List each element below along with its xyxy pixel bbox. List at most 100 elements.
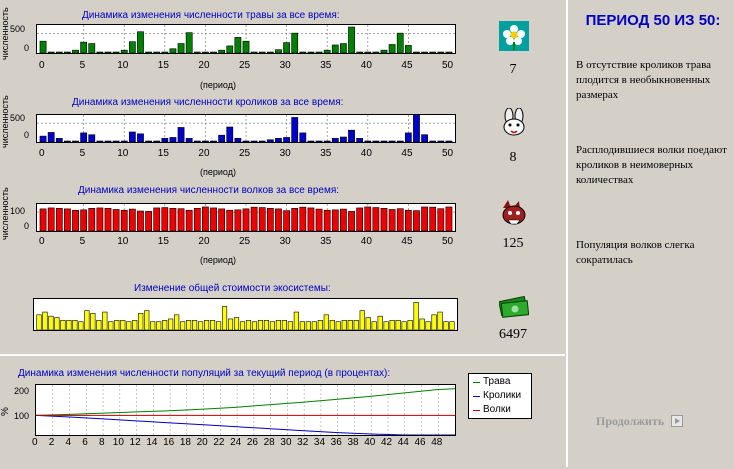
series-line-1 — [36, 414, 455, 435]
rabbits-bar — [112, 140, 120, 142]
period-x-tick: 36 — [330, 437, 342, 448]
rabbits-bar — [88, 134, 96, 142]
rabbits-bar — [234, 138, 242, 142]
value-bar — [419, 318, 425, 330]
rabbits-bar — [104, 140, 112, 142]
grass-bar — [185, 32, 193, 53]
wolves-bar — [39, 208, 47, 231]
value-bar — [108, 321, 114, 330]
rabbits-x-tick: 35 — [320, 148, 332, 159]
value-bar — [72, 320, 78, 330]
wolves-bar — [242, 208, 250, 231]
series-line-0 — [36, 388, 455, 416]
value-bar — [341, 320, 347, 330]
grass-bar-chart — [36, 24, 456, 54]
wolves-bar — [275, 208, 282, 231]
period-x-tick: 8 — [99, 437, 105, 448]
grass-bar — [64, 51, 71, 53]
grass-bar — [169, 48, 177, 53]
grass-bar — [331, 44, 339, 53]
wolves-count: 125 — [502, 236, 524, 251]
value-bar — [66, 320, 72, 330]
wolves-bar — [299, 206, 307, 231]
value-bar — [233, 317, 240, 330]
value-bar — [329, 320, 335, 330]
period-x-tick: 30 — [280, 437, 292, 448]
value-bar — [126, 321, 132, 330]
grass-bar — [202, 51, 209, 53]
rabbits-x-tick: 5 — [79, 148, 86, 159]
grass-x-tick: 10 — [117, 60, 129, 71]
rabbits-bar — [380, 140, 388, 142]
grass-bar — [47, 51, 55, 53]
value-bar — [132, 320, 138, 330]
wolves-bar — [404, 209, 412, 231]
rabbits-bar — [340, 136, 347, 142]
value-bar — [299, 321, 305, 330]
rabbits-bar — [137, 133, 144, 142]
rabbits-bar — [266, 139, 274, 142]
grass-bar — [210, 51, 217, 53]
wolves-bar — [193, 208, 201, 231]
wolves-bar — [291, 208, 299, 231]
grass-bar — [380, 49, 388, 53]
value-bar — [287, 321, 293, 330]
period-legend: Трава Кролики Волки — [468, 373, 532, 419]
wolves-bar — [356, 207, 364, 231]
wolves-x-tick: 15 — [157, 236, 169, 247]
wolves-bar — [340, 208, 347, 231]
value-bar — [192, 320, 198, 330]
value-bar — [48, 315, 54, 330]
period-x-tick: 16 — [163, 437, 175, 448]
rabbits-bar — [250, 140, 258, 142]
wolves-bar — [161, 207, 169, 231]
period-x-tick: 40 — [364, 437, 376, 448]
wolves-bar — [266, 208, 274, 231]
grass-bar — [445, 51, 453, 53]
rabbits-bar — [331, 138, 339, 142]
value-bar — [96, 320, 102, 330]
value-bar — [449, 321, 455, 330]
rabbits-bar — [307, 140, 315, 142]
period-x-tick: 14 — [146, 437, 158, 448]
grass-x-tick: 0 — [39, 60, 45, 71]
value-bar — [281, 320, 287, 330]
wolves-bar — [226, 209, 234, 231]
rabbits-bar — [413, 115, 420, 142]
grass-bar — [153, 51, 161, 53]
rabbits-bar — [55, 138, 63, 142]
value-bar — [239, 321, 246, 330]
ecosystem-value-count: 6497 — [499, 327, 527, 342]
grass-x-tick: 45 — [401, 60, 413, 71]
charts-panel: Динамика изменения численности травы за … — [0, 0, 565, 352]
grass-bar — [88, 43, 96, 53]
wolves-bar — [250, 206, 258, 231]
value-bar — [401, 321, 407, 330]
grass-bar — [112, 51, 120, 53]
value-bar — [78, 321, 84, 330]
wolves-bar — [202, 206, 209, 231]
grass-bar — [413, 51, 420, 53]
value-bar — [215, 321, 222, 330]
period-ylabel: % — [0, 407, 11, 416]
grass-bar — [250, 51, 258, 53]
rabbits-bar — [72, 140, 79, 142]
grass-bar — [364, 51, 372, 53]
value-bar — [60, 320, 66, 330]
value-bar — [204, 320, 210, 330]
wolves-bar — [177, 208, 185, 231]
rabbits-x-tick: 0 — [39, 148, 45, 159]
grass-bar — [404, 45, 412, 53]
value-bar — [257, 320, 264, 330]
value-bar — [359, 310, 365, 330]
grass-bar — [145, 51, 152, 53]
grass-bar — [266, 51, 274, 53]
rabbits-bar — [169, 137, 177, 142]
grass-bar — [396, 32, 404, 53]
value-bar — [371, 321, 377, 330]
grass-bar — [80, 41, 88, 53]
continue-button[interactable]: Продолжить — [596, 414, 684, 429]
value-bar — [263, 320, 270, 330]
wolves-bar — [210, 207, 217, 231]
value-bar — [90, 313, 96, 330]
